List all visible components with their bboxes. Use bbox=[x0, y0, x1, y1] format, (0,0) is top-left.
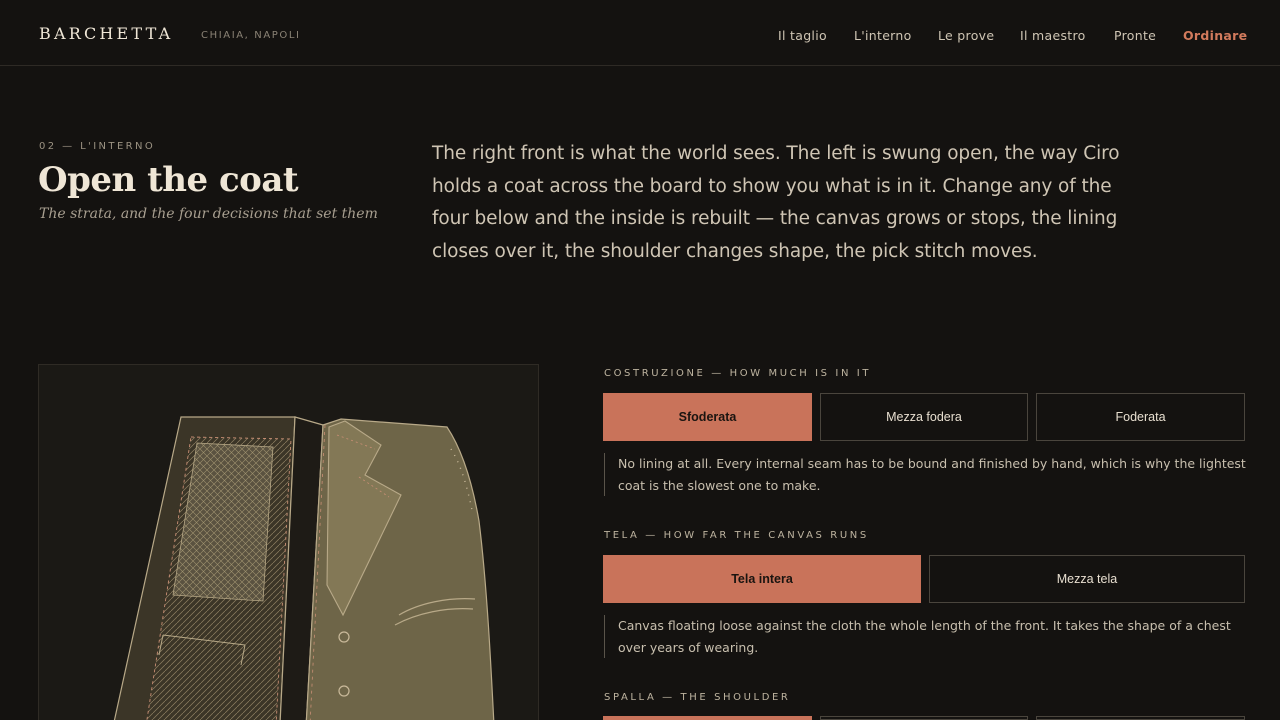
intro-paragraph: The right front is what the world sees. … bbox=[432, 143, 1120, 262]
spalla-label: SPALLA — THE SHOULDER bbox=[604, 692, 791, 703]
tela-label: TELA — HOW FAR THE CANVAS RUNS bbox=[604, 530, 869, 541]
option-mezza-tela[interactable]: Mezza tela bbox=[929, 555, 1245, 603]
option-sfoderata[interactable]: Sfoderata bbox=[603, 393, 812, 441]
nav-il-maestro[interactable]: Il maestro bbox=[1020, 28, 1086, 43]
option-mezza-fodera[interactable]: Mezza fodera bbox=[820, 393, 1028, 441]
section-title: Open the coat bbox=[38, 160, 299, 200]
open-coat-illustration bbox=[113, 416, 495, 720]
brand-logo[interactable]: BARCHETTA bbox=[39, 24, 173, 43]
nav-il-taglio[interactable]: Il taglio bbox=[778, 28, 827, 43]
section-kicker: 02 — L'INTERNO bbox=[39, 141, 156, 152]
nav-pronte[interactable]: Pronte bbox=[1114, 28, 1156, 43]
option-tela-intera[interactable]: Tela intera bbox=[603, 555, 921, 603]
brand-location: CHIAIA, NAPOLI bbox=[201, 30, 301, 41]
coat-illustration-panel bbox=[38, 364, 539, 720]
section-subtitle: The strata, and the four decisions that … bbox=[39, 206, 378, 222]
option-spalla-2[interactable] bbox=[820, 716, 1028, 720]
nav-l-interno[interactable]: L'interno bbox=[854, 28, 912, 43]
costruzione-label: COSTRUZIONE — HOW MUCH IS IN IT bbox=[604, 368, 872, 379]
costruzione-note: No lining at all. Every internal seam ha… bbox=[604, 453, 1249, 496]
nav-ordinare[interactable]: Ordinare bbox=[1183, 28, 1247, 43]
tela-note: Canvas floating loose against the cloth … bbox=[604, 615, 1249, 658]
option-spalla-1[interactable] bbox=[603, 716, 812, 720]
top-navigation-bar: BARCHETTA CHIAIA, NAPOLI Il taglio L'int… bbox=[0, 0, 1280, 66]
nav-le-prove[interactable]: Le prove bbox=[938, 28, 994, 43]
option-spalla-3[interactable] bbox=[1036, 716, 1245, 720]
option-foderata[interactable]: Foderata bbox=[1036, 393, 1245, 441]
